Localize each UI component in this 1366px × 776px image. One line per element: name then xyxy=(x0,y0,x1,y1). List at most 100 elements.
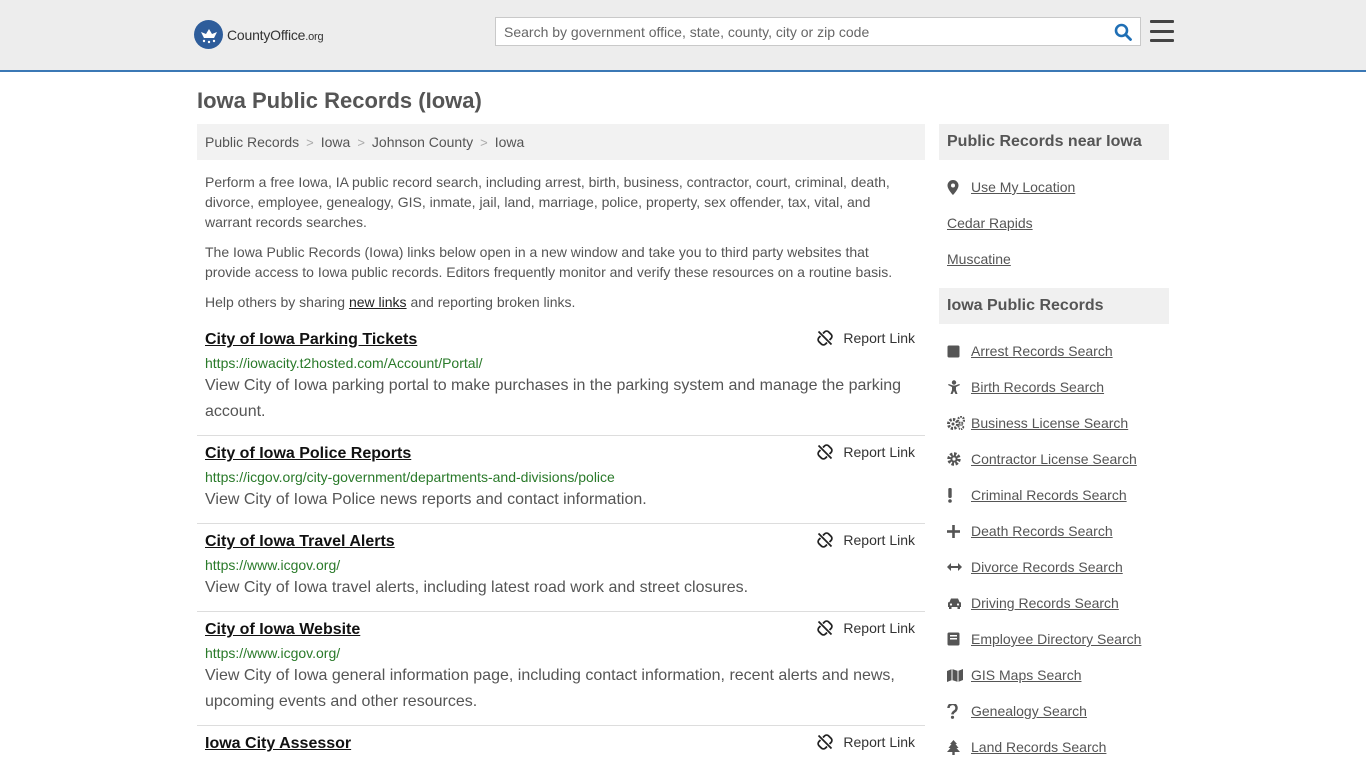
sidebar-item-label[interactable]: Birth Records Search xyxy=(971,379,1104,395)
report-link-button[interactable]: Report Link xyxy=(817,444,915,460)
report-link-label: Report Link xyxy=(843,444,915,460)
sidebar-item-label[interactable]: Land Records Search xyxy=(971,739,1106,755)
gears-icon xyxy=(947,416,971,430)
sidebar-item-label[interactable]: Arrest Records Search xyxy=(971,343,1113,359)
sidebar-item-death[interactable]: Death Records Search xyxy=(947,513,1169,549)
intro-paragraph-1: Perform a free Iowa, IA public record se… xyxy=(205,174,890,230)
search-bar xyxy=(495,17,1141,46)
arrows-horizontal-icon xyxy=(947,562,971,572)
sidebar-item-business-license[interactable]: Business License Search xyxy=(947,405,1169,441)
sidebar-item-label[interactable]: Death Records Search xyxy=(971,523,1113,539)
broken-link-icon xyxy=(817,532,834,548)
record-description: View City of Iowa parking portal to make… xyxy=(205,377,902,420)
sidebar-records-heading: Iowa Public Records xyxy=(939,288,1169,324)
record-item: City of Iowa Parking Tickets Report Link… xyxy=(197,322,925,436)
sidebar-item-use-location[interactable]: Use My Location xyxy=(947,169,1169,205)
intro-text: Perform a free Iowa, IA public record se… xyxy=(197,160,925,312)
record-item: City of Iowa Police Reports Report Link … xyxy=(197,436,925,524)
sidebar-item-driving[interactable]: Driving Records Search xyxy=(947,585,1169,621)
report-link-label: Report Link xyxy=(843,734,915,750)
sidebar-item-label[interactable]: Contractor License Search xyxy=(971,451,1137,467)
sidebar-item-birth[interactable]: Birth Records Search xyxy=(947,369,1169,405)
intro-paragraph-2: The Iowa Public Records (Iowa) links bel… xyxy=(205,244,893,280)
breadcrumb: Public Records > Iowa > Johnson County >… xyxy=(197,124,925,160)
logo-wordmark: CountyOffice.org xyxy=(227,26,324,43)
breadcrumb-item-state[interactable]: Iowa xyxy=(321,134,351,150)
broken-link-icon xyxy=(817,330,834,346)
logo-tld: .org xyxy=(305,30,324,43)
record-title-link[interactable]: City of Iowa Website xyxy=(205,620,360,640)
sidebar-item-label[interactable]: Divorce Records Search xyxy=(971,559,1123,575)
search-input[interactable] xyxy=(496,18,1106,45)
breadcrumb-separator-icon: > xyxy=(357,134,365,150)
logo-badge-icon xyxy=(194,20,223,49)
report-link-button[interactable]: Report Link xyxy=(817,330,915,346)
sidebar-item-label[interactable]: Employee Directory Search xyxy=(971,631,1141,647)
record-title-link[interactable]: City of Iowa Travel Alerts xyxy=(205,532,395,552)
sidebar-near-list: Use My Location Cedar Rapids Muscatine xyxy=(939,160,1169,288)
breadcrumb-separator-icon: > xyxy=(306,134,314,150)
report-link-button[interactable]: Report Link xyxy=(817,734,915,750)
sidebar-item-label[interactable]: Genealogy Search xyxy=(971,703,1087,719)
gear-icon xyxy=(947,452,971,466)
intro-p3-before: Help others by sharing xyxy=(205,294,349,310)
sidebar-near-heading: Public Records near Iowa xyxy=(939,124,1169,160)
sidebar-item-employee-directory[interactable]: Employee Directory Search xyxy=(947,621,1169,657)
report-link-button[interactable]: Report Link xyxy=(817,620,915,636)
sidebar-item-label[interactable]: Muscatine xyxy=(947,251,1011,267)
search-button[interactable] xyxy=(1106,18,1140,45)
record-title-link[interactable]: City of Iowa Police Reports xyxy=(205,444,411,464)
sidebar-item-muscatine[interactable]: Muscatine xyxy=(947,241,1169,277)
record-item: Iowa City Assessor Report Link xyxy=(197,726,925,764)
record-title-link[interactable]: Iowa City Assessor xyxy=(205,734,351,754)
sidebar-item-divorce[interactable]: Divorce Records Search xyxy=(947,549,1169,585)
sidebar-item-contractor-license[interactable]: Contractor License Search xyxy=(947,441,1169,477)
record-url[interactable]: https://iowacity.t2hosted.com/Account/Po… xyxy=(205,354,917,372)
sidebar-item-land[interactable]: Land Records Search xyxy=(947,729,1169,765)
record-title-link[interactable]: City of Iowa Parking Tickets xyxy=(205,330,417,350)
sidebar-item-cedar-rapids[interactable]: Cedar Rapids xyxy=(947,205,1169,241)
broken-link-icon xyxy=(817,620,834,636)
page-title: Iowa Public Records (Iowa) xyxy=(197,88,482,113)
sidebar-item-label[interactable]: Cedar Rapids xyxy=(947,215,1033,231)
broken-link-icon xyxy=(817,444,834,460)
report-link-label: Report Link xyxy=(843,330,915,346)
new-links-link[interactable]: new links xyxy=(349,294,407,310)
record-item: City of Iowa Travel Alerts Report Link h… xyxy=(197,524,925,612)
sidebar-item-label[interactable]: Use My Location xyxy=(971,179,1075,195)
car-icon xyxy=(947,597,971,609)
search-icon xyxy=(1114,23,1132,41)
map-icon xyxy=(947,668,971,682)
breadcrumb-item-public-records[interactable]: Public Records xyxy=(205,134,299,150)
site-logo[interactable]: CountyOffice.org xyxy=(194,20,324,49)
sidebar-item-label[interactable]: Business License Search xyxy=(971,415,1128,431)
sidebar-item-genealogy[interactable]: Genealogy Search xyxy=(947,693,1169,729)
intro-paragraph-3: Help others by sharing new links and rep… xyxy=(205,292,917,312)
square-icon xyxy=(947,345,971,358)
hamburger-menu-icon[interactable] xyxy=(1149,18,1175,44)
report-link-label: Report Link xyxy=(843,532,915,548)
record-url[interactable]: https://icgov.org/city-government/depart… xyxy=(205,468,917,486)
tree-icon xyxy=(947,739,971,755)
logo-name: CountyOffice xyxy=(227,26,306,43)
record-description: View City of Iowa general information pa… xyxy=(205,667,895,710)
plus-icon xyxy=(947,524,971,538)
sidebar-item-label[interactable]: GIS Maps Search xyxy=(971,667,1082,683)
sidebar-item-arrest[interactable]: Arrest Records Search xyxy=(947,333,1169,369)
sidebar-item-label[interactable]: Driving Records Search xyxy=(971,595,1119,611)
sidebar-item-gis-maps[interactable]: GIS Maps Search xyxy=(947,657,1169,693)
exclamation-icon xyxy=(947,487,971,503)
sidebar-item-criminal[interactable]: Criminal Records Search xyxy=(947,477,1169,513)
broken-link-icon xyxy=(817,734,834,750)
report-link-button[interactable]: Report Link xyxy=(817,532,915,548)
sidebar-item-label[interactable]: Criminal Records Search xyxy=(971,487,1127,503)
record-url[interactable]: https://www.icgov.org/ xyxy=(205,644,917,662)
site-header: CountyOffice.org xyxy=(0,0,1366,72)
sidebar: Public Records near Iowa Use My Location… xyxy=(939,124,1169,776)
location-pin-icon xyxy=(947,179,971,195)
breadcrumb-item-county[interactable]: Johnson County xyxy=(372,134,473,150)
record-url[interactable]: https://www.icgov.org/ xyxy=(205,556,917,574)
record-description: View City of Iowa Police news reports an… xyxy=(205,491,647,508)
breadcrumb-item-city[interactable]: Iowa xyxy=(495,134,525,150)
intro-p3-after: and reporting broken links. xyxy=(406,294,576,310)
